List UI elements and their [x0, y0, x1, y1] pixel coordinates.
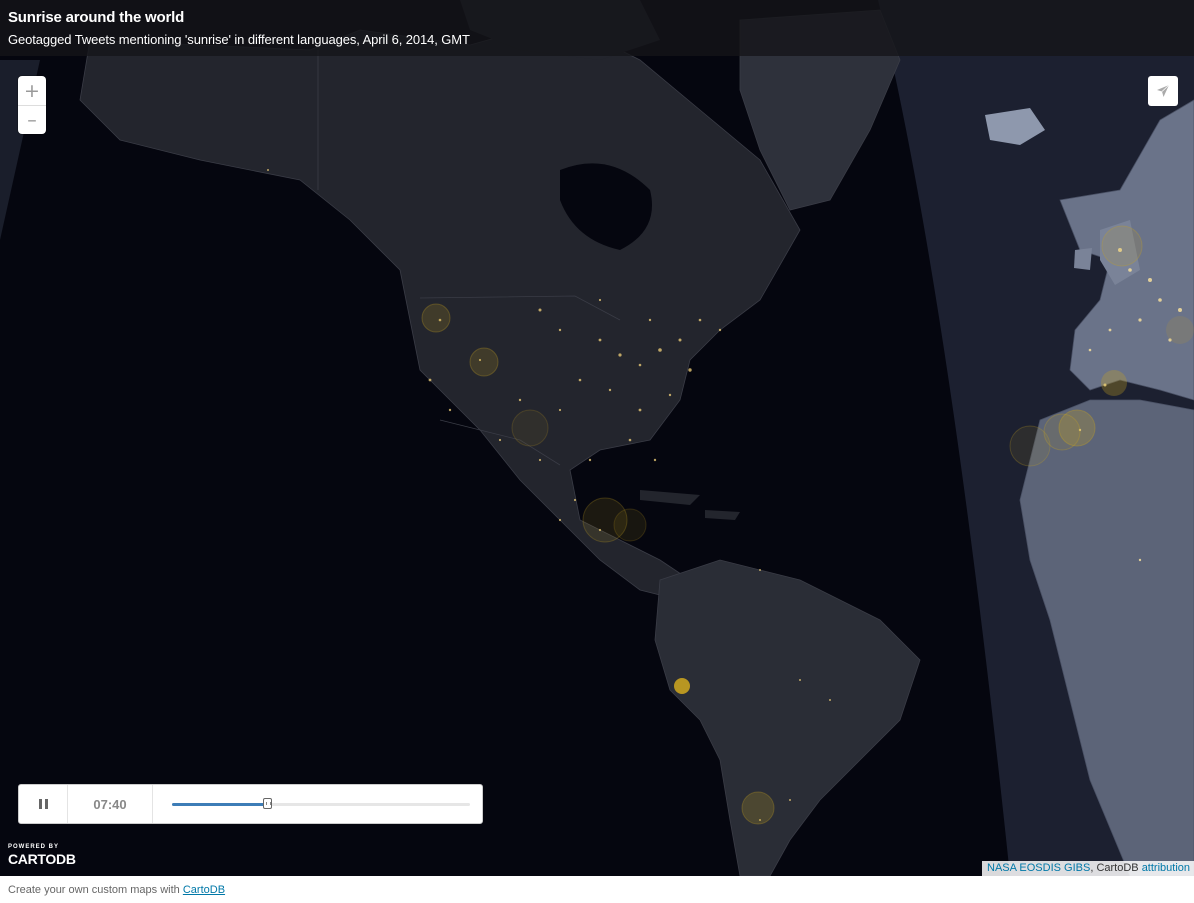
map-subtitle: Geotagged Tweets mentioning 'sunrise' in… — [8, 32, 470, 47]
nasa-gibs-link[interactable]: NASA EOSDIS GIBS — [987, 862, 1090, 874]
tweet-marker — [741, 791, 775, 825]
footer-text: Create your own custom maps with — [8, 884, 183, 896]
tweet-marker — [1101, 225, 1143, 267]
tweet-marker — [1166, 316, 1194, 344]
attribution-separator: , CartoDB — [1090, 862, 1142, 874]
map-attribution: NASA EOSDIS GIBS, CartoDB attribution — [982, 861, 1194, 876]
powered-by-label: POWERED BY — [8, 844, 60, 850]
tweet-marker — [1101, 370, 1127, 396]
tweet-marker — [511, 409, 549, 447]
zoom-control: + – — [18, 76, 46, 134]
tweet-marker — [469, 347, 499, 377]
tweet-marker — [421, 303, 451, 333]
map-header: Sunrise around the world Geotagged Tweet… — [0, 0, 1194, 56]
cartodb-link[interactable]: CartoDB — [183, 884, 225, 896]
powered-by-logo[interactable]: POWERED BY CARTODB — [8, 844, 76, 867]
slider-track[interactable] — [172, 798, 470, 809]
share-button[interactable] — [1148, 76, 1178, 106]
tweet-marker — [1009, 425, 1051, 467]
tweet-marker — [674, 678, 690, 694]
zoom-out-button[interactable]: – — [18, 106, 46, 134]
current-time: 07:40 — [68, 785, 153, 823]
slider-handle[interactable] — [263, 798, 273, 809]
paper-plane-icon — [1157, 84, 1170, 97]
time-slider: 07:40 — [18, 784, 483, 824]
pause-button[interactable] — [19, 785, 68, 823]
pause-icon — [38, 799, 48, 809]
cartodb-logo: CARTODB — [8, 851, 76, 867]
map[interactable]: Sunrise around the world Geotagged Tweet… — [0, 0, 1194, 876]
tweet-layer — [421, 225, 1194, 825]
zoom-in-button[interactable]: + — [18, 76, 46, 106]
map-title: Sunrise around the world — [8, 9, 185, 26]
attribution-link[interactable]: attribution — [1142, 862, 1190, 874]
tweet-marker — [613, 508, 647, 542]
footer: Create your own custom maps with CartoDB — [8, 884, 225, 896]
slider-fill — [172, 803, 268, 806]
